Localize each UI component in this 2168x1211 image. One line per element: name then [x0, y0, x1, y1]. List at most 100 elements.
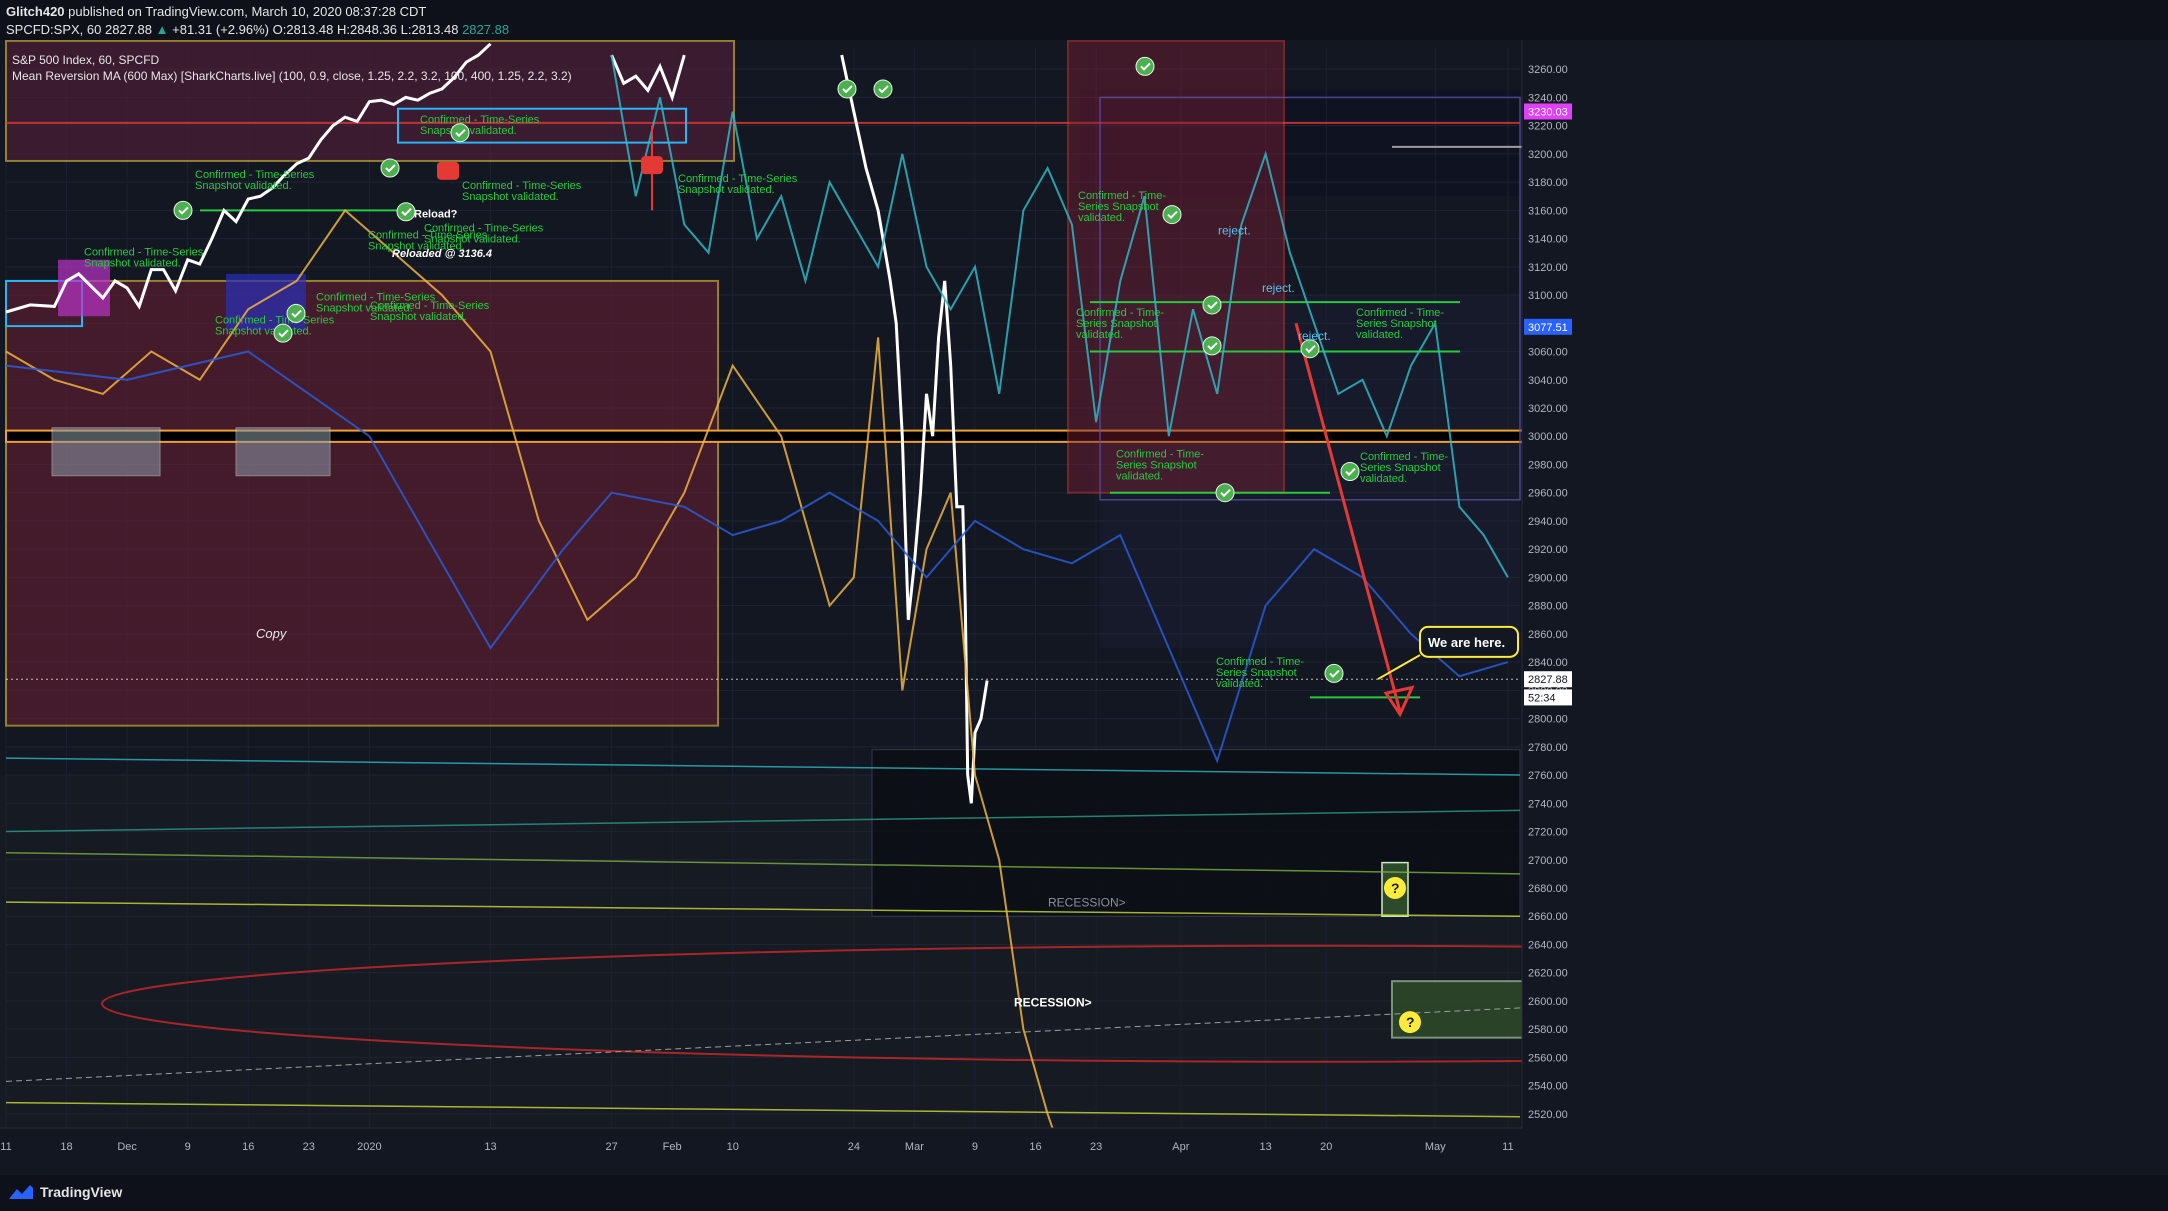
price-tick-label: 2900.00 [1528, 572, 1568, 584]
high-value: 2848.36 [349, 22, 397, 37]
price-tick-label: 2780.00 [1528, 742, 1568, 754]
reject-text-2: reject. [1262, 281, 1295, 295]
we-are-here-text: We are here. [1428, 635, 1505, 650]
copy-label: Copy [256, 626, 288, 641]
time-tick-label: 9 [972, 1141, 978, 1153]
time-tick-label: Feb [663, 1141, 682, 1153]
price-tick-label: 3220.00 [1528, 121, 1568, 133]
price-tick-label: 2680.00 [1528, 883, 1568, 895]
check-icon [380, 158, 400, 178]
time-tick-label: 16 [242, 1141, 254, 1153]
low-label: L: [400, 22, 412, 37]
price-badge-text: 3077.51 [1528, 322, 1568, 334]
time-tick-label: 24 [848, 1141, 860, 1153]
confirmed-text-b: Snapshot validated. [370, 311, 467, 323]
last-price: 2827.88 [105, 22, 152, 37]
recession-label-1: RECESSION> [1048, 895, 1126, 909]
price-tick-label: 2540.00 [1528, 1081, 1568, 1093]
price-tick-label: 2620.00 [1528, 968, 1568, 980]
publisher-line: Glitch420 published on TradingView.com, … [6, 4, 426, 19]
price-tick-label: 3120.00 [1528, 262, 1568, 274]
tradingview-logo-icon [9, 1185, 33, 1199]
price-axis[interactable]: 2520.00 2540.00 2560.00 2580.00 2600.00 2620.… [1521, 40, 2168, 1175]
time-axis[interactable]: 11 18 Dec 9 16 23 2020 13 27 Feb 10 24 Mar 9 16 23 Apr 13… [0, 1127, 1522, 1175]
price-tick-label: 2980.00 [1528, 459, 1568, 471]
check-icon [1202, 336, 1222, 356]
red-target-icon [641, 156, 663, 175]
time-tick-label: 13 [1260, 1141, 1272, 1153]
time-tick-label: 11 [0, 1141, 11, 1153]
confirmed-text-b: Snapshot validated. [462, 191, 559, 203]
legend-indicator: Mean Reversion MA (600 Max) [SharkCharts… [12, 69, 572, 83]
confirmed-text-b: Snapshot validated. [195, 180, 292, 192]
check-icon [450, 123, 470, 143]
time-tick-label: 23 [303, 1141, 315, 1153]
price-tick-label: 2760.00 [1528, 770, 1568, 782]
close-value: 2827.88 [462, 22, 510, 37]
time-tick-label: 16 [1029, 1141, 1041, 1153]
price-axis-background [1522, 40, 2168, 1175]
check-icon [173, 200, 193, 220]
time-tick-label: 2020 [357, 1141, 381, 1153]
grey-box-2 [235, 427, 331, 477]
time-tick-label: 9 [185, 1141, 191, 1153]
symbol-line: SPCFD:SPX, 60 2827.88 ▲ +81.31 (+2.96%) … [6, 22, 509, 37]
confirmed-text-e: validated. [1076, 329, 1123, 341]
price-tick-label: 2880.00 [1528, 601, 1568, 613]
check-icon [1162, 205, 1182, 225]
price-tick-label: 2700.00 [1528, 855, 1568, 867]
price-tick-label: 2600.00 [1528, 996, 1568, 1008]
copy-zone-box [5, 279, 719, 727]
time-tick-label: 20 [1320, 1141, 1332, 1153]
price-change: +81.31 (+2.96%) [172, 22, 269, 37]
price-chart[interactable]: Confirmed - Time-SeriesSnapshot validate… [0, 40, 2168, 1175]
grey-box-1 [51, 427, 161, 477]
check-icon [1215, 483, 1235, 503]
check-icon [837, 79, 857, 99]
red-target-icon [437, 161, 459, 180]
chart-header: Glitch420 published on TradingView.com, … [0, 0, 2168, 40]
time-tick-label: 13 [484, 1141, 496, 1153]
confirmed-text-e: validated. [1216, 678, 1263, 690]
price-tick-label: 2660.00 [1528, 911, 1568, 923]
check-icon [1135, 56, 1155, 76]
publisher-name[interactable]: Glitch420 [6, 4, 65, 19]
reject-text-3: reject. [1298, 329, 1331, 343]
price-tick-label: 3260.00 [1528, 64, 1568, 76]
check-icon [1202, 295, 1222, 315]
time-tick-label: 18 [60, 1141, 72, 1153]
tradingview-logo[interactable]: TradingView [8, 1183, 122, 1201]
price-badge-text: 52:34 [1528, 692, 1556, 704]
price-tick-label: 2720.00 [1528, 827, 1568, 839]
price-badge-text: 3230.03 [1528, 106, 1568, 118]
time-tick-label: May [1425, 1141, 1446, 1153]
confirmed-text-b: Snapshot validated. [215, 325, 312, 337]
question-mark: ? [1391, 880, 1400, 896]
recession-label-2: RECESSION> [1014, 996, 1092, 1010]
footer-bar: TradingView [0, 1175, 2168, 1211]
price-tick-label: 2860.00 [1528, 629, 1568, 641]
open-value: 2813.48 [286, 22, 334, 37]
check-icon [1324, 663, 1344, 683]
time-tick-label: 23 [1090, 1141, 1102, 1153]
price-tick-label: 2840.00 [1528, 657, 1568, 669]
reject-text-1: reject. [1218, 223, 1251, 237]
reload-text: Reload? [414, 208, 458, 220]
check-icon [873, 79, 893, 99]
price-tick-label: 3160.00 [1528, 205, 1568, 217]
time-tick-label: 11 [1502, 1141, 1513, 1153]
up-arrow-icon: ▲ [155, 22, 169, 37]
price-tick-label: 3060.00 [1528, 347, 1568, 359]
price-tick-label: 3020.00 [1528, 403, 1568, 415]
time-tick-label: Mar [905, 1141, 924, 1153]
price-tick-label: 3040.00 [1528, 375, 1568, 387]
tradingview-brand: TradingView [40, 1184, 123, 1200]
price-tick-label: 2960.00 [1528, 488, 1568, 500]
price-tick-label: 2560.00 [1528, 1052, 1568, 1064]
price-tick-label: 3140.00 [1528, 234, 1568, 246]
check-icon [286, 303, 306, 323]
time-tick-label: 27 [605, 1141, 617, 1153]
symbol-name[interactable]: SPCFD:SPX, 60 [6, 22, 101, 37]
check-icon [273, 323, 293, 343]
legend-title: S&P 500 Index, 60, SPCFD [12, 53, 160, 67]
